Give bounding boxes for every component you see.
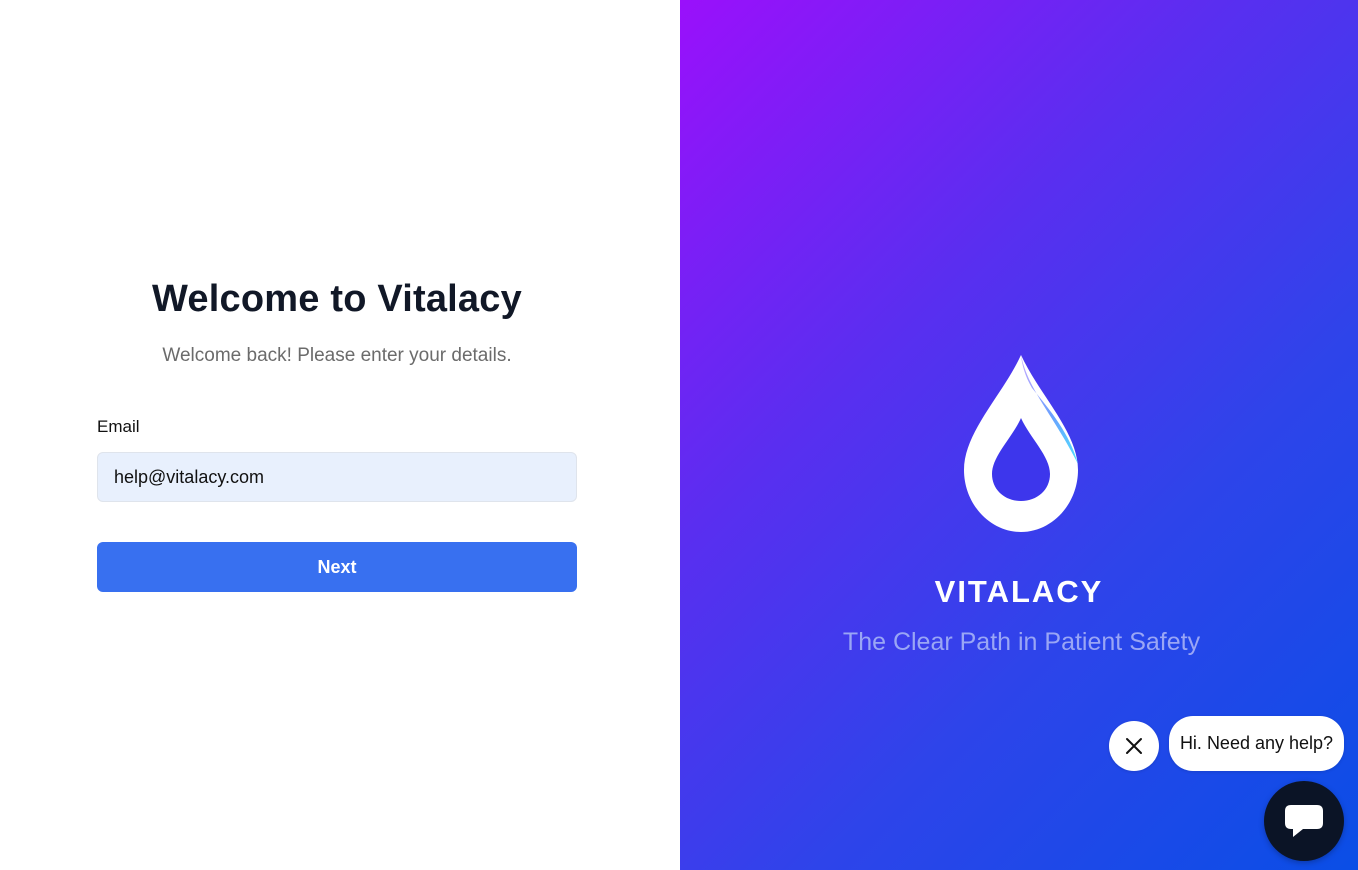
login-form: Welcome to Vitalacy Welcome back! Please… <box>97 276 577 592</box>
close-icon <box>1126 738 1142 754</box>
email-label: Email <box>97 417 140 436</box>
brand-name: VITALACY <box>934 574 1104 609</box>
chat-greeting-text: Hi. Need any help? <box>1179 733 1334 753</box>
brand-tagline: The Clear Path in Patient Safety <box>842 628 1201 656</box>
water-drop-icon <box>964 355 1078 532</box>
chat-icon <box>1285 805 1323 837</box>
chat-close-button[interactable] <box>1109 721 1159 771</box>
login-page: Welcome to Vitalacy Welcome back! Please… <box>0 0 1358 870</box>
next-button[interactable]: Next <box>97 542 577 592</box>
chat-greeting-bubble[interactable]: Hi. Need any help? <box>1169 716 1344 771</box>
page-title: Welcome to Vitalacy <box>152 278 522 320</box>
page-subtitle: Welcome back! Please enter your details. <box>162 345 512 366</box>
chat-launcher-button[interactable] <box>1264 781 1344 861</box>
email-field[interactable] <box>97 452 577 502</box>
login-panel: Welcome to Vitalacy Welcome back! Please… <box>0 0 680 870</box>
